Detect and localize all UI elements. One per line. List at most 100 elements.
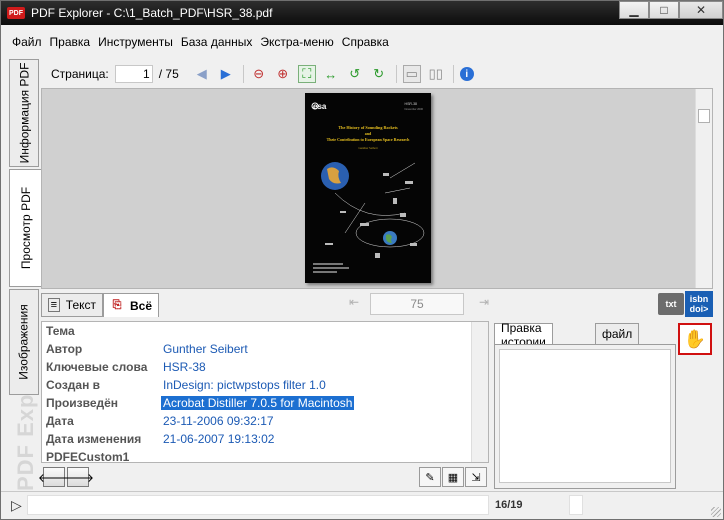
cover-title-1: The History of Sounding Rockets (338, 125, 398, 130)
meta-key: Дата изменения (46, 432, 142, 446)
meta-key: PDFECustom1 (46, 450, 130, 463)
title-bar: PDF PDF Explorer - C:\1_Batch_PDF\HSR_38… (1, 1, 723, 25)
isbn-label: isbn (689, 294, 709, 304)
preview-vertical-scrollbar[interactable] (695, 89, 712, 288)
meta-key: Ключевые слова (46, 360, 148, 374)
minimize-icon: ▁ (629, 3, 639, 17)
meta-row[interactable]: Тема (42, 322, 472, 340)
status-field-main (27, 495, 489, 515)
menu-extra[interactable]: Экстра-меню (256, 35, 337, 49)
meta-row[interactable]: Создан в InDesign: pictwpstops filter 1.… (42, 376, 472, 394)
play-icon[interactable]: ▷ (11, 497, 22, 514)
text-doc-icon: ≡ (48, 298, 60, 312)
meta-row[interactable]: PDFECustom1 (42, 448, 472, 463)
info-icon[interactable]: i (459, 67, 474, 81)
zoom-out-icon[interactable]: ⊖ (250, 65, 268, 83)
tab-pdf-preview[interactable]: Просмотр PDF (9, 169, 42, 287)
txt-export-icon[interactable]: txt (658, 293, 684, 315)
meta-row[interactable]: Произведён Acrobat Distiller 7.0.5 for M… (42, 394, 472, 412)
scrollbar-thumb[interactable] (698, 109, 710, 123)
viewer-toolbar: Страница: 1 / 75 ◀ ▶ ⊖ ⊕ ⛶ ↔ ↺ ↻ ▭ ▯▯ i (41, 61, 715, 87)
resize-grip[interactable] (711, 507, 721, 517)
arrow-right-icon: 🡒 (61, 470, 95, 485)
tab-text[interactable]: ≡ Текст (41, 293, 103, 317)
menu-database[interactable]: База данных (177, 35, 256, 49)
page-number-input[interactable]: 1 (114, 65, 153, 83)
meta-row[interactable]: Ключевые слова HSR-38 (42, 358, 472, 376)
meta-row[interactable]: Дата изменения 21-06-2007 19:13:02 (42, 430, 472, 448)
menu-edit[interactable]: Правка (46, 35, 95, 49)
brand-watermark: PDF Exp (9, 394, 38, 491)
cover-author: Gunther Seibert (358, 146, 377, 150)
pan-tool-button[interactable]: ✋ (678, 323, 712, 355)
menu-help[interactable]: Справка (338, 35, 393, 49)
menu-tools[interactable]: Инструменты (94, 35, 177, 49)
page-nav-field[interactable]: 75 (370, 293, 464, 315)
edit-metadata-button[interactable]: ✎ (419, 467, 441, 487)
menu-file[interactable]: Файл (8, 35, 46, 49)
meta-value: 21-06-2007 19:13:02 (163, 432, 275, 446)
history-list[interactable] (499, 349, 671, 483)
rotate-right-icon[interactable]: ↻ (370, 65, 388, 83)
meta-value: Gunther Seibert (163, 342, 248, 356)
meta-value-selected[interactable]: Acrobat Distiller 7.0.5 for Macintosh (161, 396, 355, 410)
cover-title-3: Their Contribution to European Space Res… (327, 137, 411, 142)
toolbar-separator (395, 65, 397, 83)
table-view-button[interactable]: ▦ (442, 467, 464, 487)
meta-value: InDesign: pictwpstops filter 1.0 (163, 378, 326, 392)
meta-key: Дата (46, 414, 74, 428)
pdf-page-thumbnail: esa HSR-38 November 2006 The History of … (305, 93, 431, 283)
zoom-in-icon[interactable]: ⊕ (274, 65, 292, 83)
tab-images[interactable]: Изображения (9, 289, 39, 395)
pdf-preview-area[interactable]: esa HSR-38 November 2006 The History of … (41, 88, 713, 289)
prev-page-icon[interactable]: ◀ (193, 65, 211, 83)
tab-file[interactable]: файл (595, 323, 640, 345)
menu-bar: Файл Правка Инструменты База данных Экст… (2, 31, 393, 53)
page-label: Страница: (51, 67, 109, 81)
cover-date: November 2006 (405, 107, 424, 111)
metadata-scrollbar[interactable] (471, 322, 488, 462)
fit-page-icon[interactable]: ⛶ (297, 65, 316, 83)
metadata-footer: 🡐 🡒 ✎ ▦ ⇲ (38, 464, 489, 490)
fit-width-icon[interactable]: ↔ (322, 65, 340, 83)
tab-all[interactable]: ⎘ Всё (103, 293, 159, 317)
isbn-doi-icon[interactable]: isbn doi> (685, 291, 713, 317)
last-page-icon[interactable]: ⇥ (479, 295, 489, 309)
export-button[interactable]: ⇲ (465, 467, 487, 487)
meta-row[interactable]: Автор Gunther Seibert (42, 340, 472, 358)
maximize-icon: □ (660, 3, 668, 17)
single-page-icon[interactable]: ▭ (402, 65, 421, 83)
edit-table-icon: ✎ (425, 471, 435, 484)
cover-illustration: esa HSR-38 November 2006 The History of … (305, 93, 431, 283)
tab-edit-history[interactable]: Правка истории (494, 321, 553, 349)
status-bar: ▷ 16/19 (1, 491, 723, 519)
window-title: PDF Explorer - C:\1_Batch_PDF\HSR_38.pdf (31, 6, 273, 20)
cover-title-2: and (365, 131, 372, 136)
tab-pdf-info-label: Информация PDF (17, 62, 31, 164)
tab-pdf-info[interactable]: Информация PDF (9, 59, 39, 167)
metadata-list[interactable]: Тема Автор Gunther Seibert Ключевые слов… (41, 321, 489, 463)
meta-row[interactable]: Дата 23-11-2006 09:32:17 (42, 412, 472, 430)
status-field-small (569, 495, 583, 515)
close-icon: ✕ (695, 3, 707, 17)
brand-text: PDF Exp (13, 393, 38, 491)
first-page-icon[interactable]: ⇤ (349, 295, 359, 309)
tab-text-label: Текст (65, 298, 96, 312)
forward-button[interactable]: 🡒 (62, 467, 94, 487)
page-total: / 75 (158, 67, 179, 81)
meta-key: Создан в (46, 378, 101, 392)
toolbar-separator (452, 65, 454, 83)
close-button[interactable]: ✕ (679, 1, 723, 19)
meta-key: Автор (46, 342, 83, 356)
tab-pdf-preview-label: Просмотр PDF (19, 186, 34, 270)
minimize-button[interactable]: ▁ (619, 1, 649, 19)
maximize-button[interactable]: □ (649, 1, 679, 19)
app-window: PDF PDF Explorer - C:\1_Batch_PDF\HSR_38… (0, 0, 724, 520)
rotate-left-icon[interactable]: ↺ (346, 65, 364, 83)
next-page-icon[interactable]: ▶ (217, 65, 235, 83)
toolbar-separator (242, 65, 244, 83)
pdf-file-icon: ⎘ (112, 299, 122, 311)
meta-value: HSR-38 (163, 360, 206, 374)
two-page-icon[interactable]: ▯▯ (427, 65, 445, 83)
doi-label: doi> (689, 304, 709, 314)
